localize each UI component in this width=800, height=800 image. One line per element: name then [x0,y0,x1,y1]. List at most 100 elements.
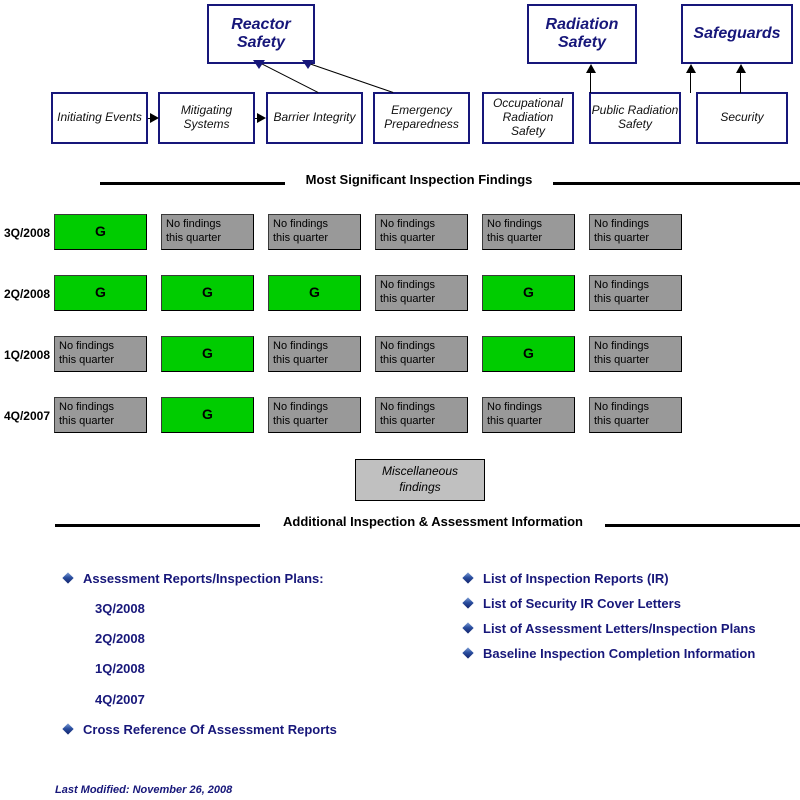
link-assessment-report-4q2007[interactable]: 4Q/2007 [95,692,145,707]
link-list-of-security-ir-cover-letters[interactable]: List of Security IR Cover Letters [462,596,681,611]
link-public-to-radiation-safety-head [686,64,696,73]
link-occupational-to-radiation-safety-head [586,64,596,73]
link-list-of-inspection-reports[interactable]: List of Inspection Reports (IR) [462,571,669,586]
finding-cell: No findings this quarter [268,397,361,433]
quarter-label-3q2008: 3Q/2008 [3,226,50,240]
no-findings-line1: No findings [594,401,650,413]
finding-cell[interactable]: G [482,275,575,311]
cornerstone-label: Initiating Events [57,110,142,125]
finding-cell[interactable]: G [161,397,254,433]
no-findings-line2: this quarter [380,353,436,366]
no-findings-line2: this quarter [59,353,115,366]
cornerstone-label: Emergency Preparedness [384,103,459,131]
section-rule-right [553,182,800,185]
no-findings-line1: No findings [487,218,543,230]
finding-cell[interactable]: G [268,275,361,311]
link-security-to-safeguards-head [736,64,746,73]
no-findings-line1: No findings [380,279,436,291]
link-assessment-report-2q2008[interactable]: 2Q/2008 [95,631,145,646]
no-findings-line1: No findings [273,218,329,230]
strategic-area-safeguards: Safeguards [681,4,793,64]
strategic-area-label: Safeguards [693,24,781,42]
link-assessment-reports-inspection-plans[interactable]: Assessment Reports/Inspection Plans: [62,571,324,586]
no-findings-line2: this quarter [380,231,436,244]
finding-cell: No findings this quarter [375,214,468,250]
cornerstone-label: Barrier Integrity [273,110,356,125]
finding-cell[interactable]: G [54,214,147,250]
link-list-of-assessment-letters-inspection-plans[interactable]: List of Assessment Letters/Inspection Pl… [462,621,756,636]
no-findings-line1: No findings [380,218,436,230]
plant-status-diagram: Reactor Safety Radiation Safety Safeguar… [0,0,800,800]
cornerstone-public-radiation-safety: Public Radiation Safety [589,92,681,144]
finding-grade: G [202,406,213,423]
finding-cell: No findings this quarter [54,336,147,372]
cornerstone-mitigating-systems: Mitigating Systems [158,92,255,144]
no-findings-line1: No findings [273,340,329,352]
finding-grade: G [95,284,106,301]
section-title-additional-info: Additional Inspection & Assessment Infor… [283,514,583,529]
strategic-area-label: Reactor Safety [231,15,291,51]
finding-grade: G [523,345,534,362]
finding-cell: No findings this quarter [268,336,361,372]
finding-cell: No findings this quarter [375,275,468,311]
no-findings-line2: this quarter [487,414,543,427]
link-assessment-report-3q2008[interactable]: 3Q/2008 [95,601,145,616]
link-label: Cross Reference Of Assessment Reports [83,722,337,737]
cornerstone-security: Security [696,92,788,144]
link-security-to-safeguards-line [740,73,741,93]
no-findings-line1: No findings [380,340,436,352]
link-baseline-inspection-completion-information[interactable]: Baseline Inspection Completion Informati… [462,646,756,661]
link-label: Baseline Inspection Completion Informati… [483,646,756,661]
link-public-to-radiation-safety-line [690,73,691,93]
finding-grade: G [309,284,320,301]
finding-cell: No findings this quarter [589,275,682,311]
no-findings-line2: this quarter [273,231,329,244]
cornerstone-label: Occupational Radiation Safety [492,96,564,138]
link-emergency-to-reactor-safety-head [302,60,314,69]
link-barrier-to-reactor-safety-head [253,60,265,69]
section-header-additional-info: Additional Inspection & Assessment Infor… [0,514,800,536]
section-title-findings: Most Significant Inspection Findings [305,172,533,187]
finding-cell: No findings this quarter [161,214,254,250]
link-emergency-to-reactor-safety [306,62,394,93]
section-rule-right [605,524,800,527]
cornerstone-label: Security [720,110,764,125]
finding-cell: No findings this quarter [375,336,468,372]
no-findings-line1: No findings [59,401,115,413]
finding-cell[interactable]: G [54,275,147,311]
flow-arrow-mitigating-to-barrier-head [257,113,266,123]
finding-cell: No findings this quarter [589,397,682,433]
diamond-bullet-icon [62,572,74,584]
link-label: List of Security IR Cover Letters [483,596,681,611]
link-cross-reference-of-assessment-reports[interactable]: Cross Reference Of Assessment Reports [62,722,337,737]
finding-grade: G [202,345,213,362]
finding-cell: No findings this quarter [482,214,575,250]
miscellaneous-findings-box[interactable]: Miscellaneous findings [355,459,485,501]
no-findings-line2: this quarter [380,414,436,427]
link-assessment-report-1q2008[interactable]: 1Q/2008 [95,661,145,676]
no-findings-line2: this quarter [273,353,329,366]
finding-cell[interactable]: G [161,275,254,311]
no-findings-line2: this quarter [594,292,650,305]
finding-cell[interactable]: G [161,336,254,372]
no-findings-line2: this quarter [273,414,329,427]
link-label: Assessment Reports/Inspection Plans: [83,571,324,586]
no-findings-line2: this quarter [380,292,436,305]
diamond-bullet-icon [462,622,474,634]
quarter-label-1q2008: 1Q/2008 [3,348,50,362]
no-findings-line2: this quarter [594,231,650,244]
no-findings-line1: No findings [594,279,650,291]
no-findings-line2: this quarter [487,231,543,244]
cornerstone-label: Public Radiation Safety [591,103,679,131]
no-findings-line1: No findings [594,340,650,352]
last-modified-text: Last Modified: November 26, 2008 [55,784,233,796]
finding-cell[interactable]: G [482,336,575,372]
finding-cell: No findings this quarter [589,336,682,372]
strategic-area-reactor-safety: Reactor Safety [207,4,315,64]
finding-grade: G [523,284,534,301]
link-occupational-to-radiation-safety-line [590,73,591,93]
finding-cell: No findings this quarter [375,397,468,433]
no-findings-line2: this quarter [166,231,222,244]
no-findings-line1: No findings [59,340,115,352]
diamond-bullet-icon [462,572,474,584]
